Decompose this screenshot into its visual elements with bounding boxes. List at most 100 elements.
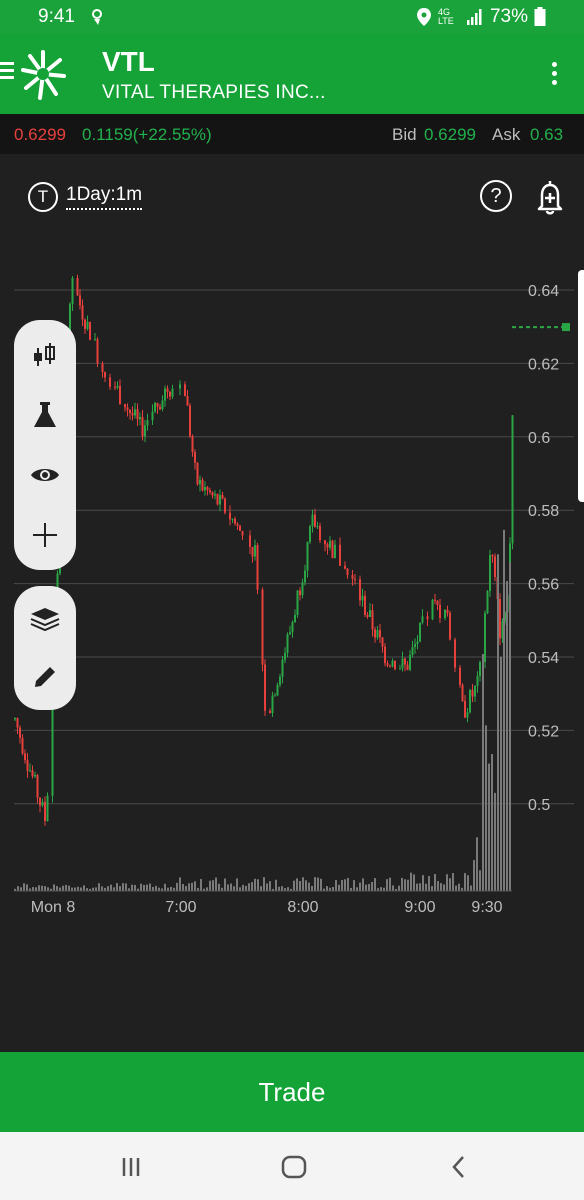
y-tick-label: 0.64 — [528, 283, 559, 300]
candle-body — [141, 417, 144, 437]
candle-body — [461, 684, 464, 701]
candle-body — [71, 277, 74, 304]
volume-bar — [251, 882, 253, 891]
trade-button[interactable]: Trade — [0, 1052, 584, 1132]
volume-bar — [452, 873, 454, 891]
recents-icon[interactable] — [116, 1152, 146, 1182]
volume-bar — [440, 883, 442, 891]
candle-body — [359, 579, 361, 601]
view-tool-button[interactable] — [14, 450, 76, 500]
volume-bar — [353, 880, 355, 891]
side-panel-handle[interactable] — [578, 270, 584, 502]
candle-body — [371, 610, 374, 630]
candle-body — [179, 384, 181, 389]
battery-icon — [534, 7, 546, 26]
candle-body — [281, 659, 284, 677]
candle-body — [289, 632, 291, 635]
studies-tool-button[interactable] — [14, 390, 76, 440]
bid-label: Bid — [392, 125, 417, 144]
candle-body — [156, 402, 159, 407]
draw-tool-button[interactable] — [14, 652, 76, 702]
volume-bar — [335, 879, 337, 891]
kebab-icon[interactable] — [552, 62, 558, 89]
candle-body — [476, 675, 479, 686]
volume-bar — [470, 885, 472, 891]
candle-body — [389, 665, 391, 667]
volume-bar — [458, 883, 460, 891]
candle-body — [351, 575, 354, 579]
crosshair-tool-button[interactable] — [14, 510, 76, 560]
volume-bar — [368, 883, 370, 891]
candle-body — [46, 795, 49, 821]
chart-area[interactable]: T 1Day:1m ? 0.64 0.62 0.6 0.58 0.56 0.54 0.52 0… — [0, 154, 584, 1052]
ask-value: 0.63 — [530, 125, 564, 144]
candle-body — [376, 630, 379, 638]
candle-body — [446, 609, 449, 613]
back-icon[interactable] — [444, 1152, 474, 1182]
candle-body — [131, 413, 134, 416]
volume-bar — [44, 886, 46, 891]
volume-bar — [476, 837, 478, 891]
signal-icon — [466, 9, 482, 25]
candle-body — [44, 802, 46, 821]
volume-bar — [116, 883, 118, 891]
candle-body — [344, 565, 346, 569]
volume-bar — [374, 878, 376, 891]
home-icon[interactable] — [279, 1152, 309, 1182]
eye-icon — [31, 469, 59, 481]
volume-bar — [149, 883, 151, 891]
candle-body — [251, 546, 254, 557]
candle-body — [366, 614, 369, 618]
candle-body — [411, 647, 414, 656]
volume-bar — [392, 885, 394, 891]
volume-bar — [281, 886, 283, 891]
volume-bar — [431, 886, 433, 891]
candle-body — [409, 655, 411, 670]
candle-body — [491, 555, 494, 557]
volume-bar — [257, 879, 259, 891]
candle-body — [286, 634, 289, 653]
volume-bar — [152, 886, 154, 891]
layers-tool-button[interactable] — [14, 594, 76, 644]
volume-bar — [170, 886, 172, 891]
volume-bar — [215, 877, 217, 891]
volume-bar — [491, 754, 493, 891]
volume-bar — [131, 884, 133, 891]
candle-body — [79, 295, 81, 306]
candle-body — [144, 425, 146, 437]
candle-body — [256, 545, 259, 590]
volume-bar — [206, 887, 208, 891]
candle-body — [224, 498, 226, 513]
volume-bar — [68, 885, 70, 891]
volume-bar — [275, 879, 277, 891]
candle-body — [81, 305, 84, 320]
volume-bar — [494, 792, 496, 891]
volume-bar — [269, 881, 271, 891]
price-chart[interactable]: 0.64 0.62 0.6 0.58 0.56 0.54 0.52 0.5 Mon 8 7:00 8… — [0, 154, 584, 1052]
candle-body — [314, 514, 316, 527]
candle-body — [454, 639, 456, 668]
volume-bar — [107, 886, 109, 891]
volume-bar — [98, 883, 100, 891]
candle-body — [261, 589, 264, 665]
app-header: VTL VITAL THERAPIES INC... — [0, 34, 584, 114]
company-name: VITAL THERAPIES INC... — [102, 82, 326, 103]
candle-body — [164, 388, 166, 401]
candle-body — [284, 652, 286, 660]
candle-body — [324, 540, 326, 545]
ask-label: Ask — [492, 125, 521, 144]
x-tick-label: 9:00 — [404, 899, 435, 916]
candle-body — [116, 385, 119, 388]
volume-bar — [263, 877, 265, 891]
candle-body — [386, 663, 389, 666]
volume-bar — [278, 886, 280, 891]
volume-bar — [182, 883, 184, 891]
volume-bar — [191, 882, 193, 891]
volume-bar — [185, 886, 187, 891]
candle-body — [146, 420, 149, 426]
candlestick-tool-button[interactable] — [14, 330, 76, 380]
hamburger-icon[interactable] — [0, 62, 14, 80]
candle-body — [346, 568, 349, 576]
volume-bar — [140, 883, 142, 891]
candle-body — [464, 700, 466, 718]
